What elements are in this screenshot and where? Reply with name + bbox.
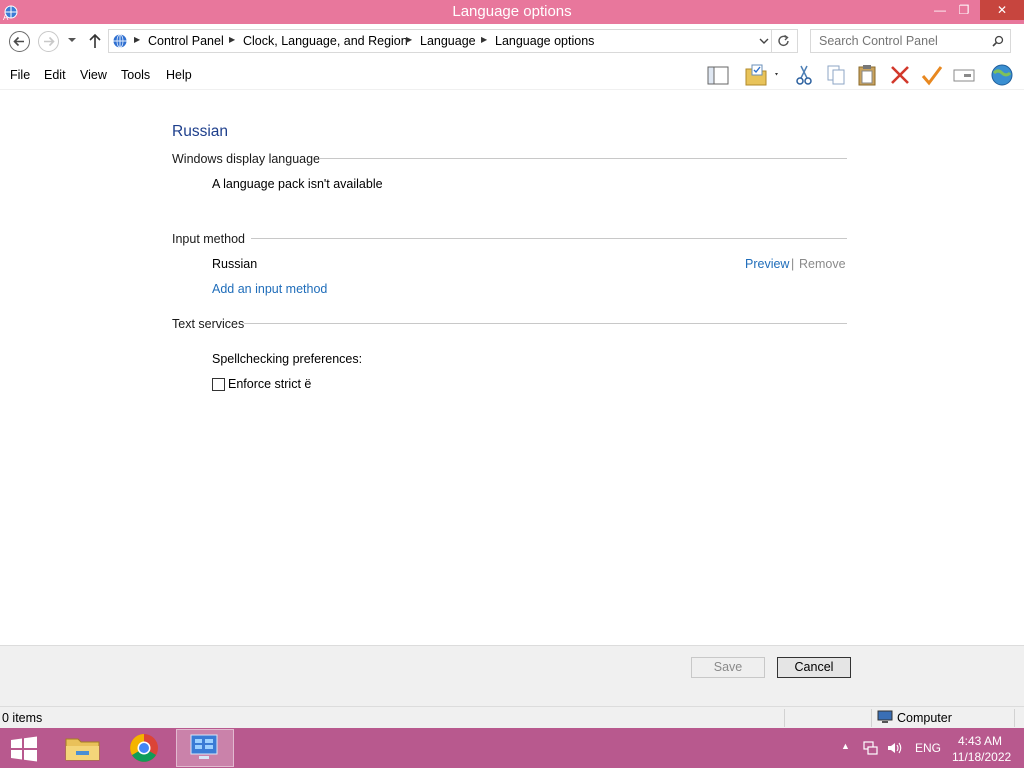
search-box[interactable] — [810, 29, 1011, 53]
status-divider — [871, 709, 872, 727]
input-method-heading: Input method — [172, 232, 245, 246]
windows-start-icon[interactable] — [10, 736, 38, 762]
maximize-button[interactable]: ❐ — [950, 0, 978, 20]
menu-help[interactable]: Help — [166, 68, 192, 82]
display-language-heading: Windows display language — [172, 152, 321, 166]
preview-link[interactable]: Preview — [745, 257, 789, 271]
status-divider — [1014, 709, 1015, 727]
paste-icon[interactable] — [856, 63, 880, 87]
close-button[interactable]: ✕ — [980, 0, 1024, 20]
clock-time[interactable]: 4:43 AM — [958, 734, 1002, 748]
text-services-heading: Text services — [172, 317, 245, 331]
dialog-footer: Save Cancel — [0, 645, 1024, 706]
copy-icon[interactable] — [824, 63, 848, 87]
taskbar-file-explorer[interactable] — [54, 729, 112, 767]
breadcrumb-language-options[interactable]: Language options — [495, 34, 594, 48]
clock-date[interactable]: 11/18/2022 — [952, 750, 1011, 764]
volume-icon[interactable] — [886, 740, 902, 756]
forward-button[interactable] — [38, 31, 59, 52]
taskbar-chrome[interactable] — [115, 729, 173, 767]
navigation-bar: ▶ Control Panel ▶ Clock, Language, and R… — [0, 24, 1024, 60]
recent-locations-chevron-icon[interactable] — [66, 34, 78, 46]
file-explorer-icon — [65, 738, 100, 761]
address-bar[interactable]: ▶ Control Panel ▶ Clock, Language, and R… — [108, 29, 772, 53]
folder-options-icon[interactable] — [744, 63, 780, 87]
control-panel-taskbar-icon — [190, 734, 218, 759]
rename-icon[interactable] — [952, 63, 976, 87]
remove-link[interactable]: Remove — [799, 257, 846, 271]
title-bar: A Language options — ❐ ✕ — [0, 0, 1024, 24]
computer-icon — [877, 710, 893, 723]
up-arrow-icon[interactable] — [88, 33, 102, 49]
refresh-icon — [778, 34, 789, 47]
zone-label: Computer — [897, 711, 952, 725]
status-bar: 0 items Computer — [0, 706, 1024, 728]
show-hidden-icons-button[interactable]: ▲ — [841, 741, 850, 751]
link-separator: | — [791, 257, 795, 271]
enforce-strict-label[interactable]: Enforce strict ё — [228, 377, 311, 391]
forward-arrow-icon — [44, 36, 55, 47]
input-method-name: Russian — [212, 257, 258, 271]
add-input-method-link[interactable]: Add an input method — [212, 282, 327, 296]
language-pack-status: A language pack isn't available — [212, 177, 383, 191]
cancel-button[interactable]: Cancel — [777, 657, 851, 678]
section-divider — [244, 323, 847, 324]
menu-edit[interactable]: Edit — [44, 68, 66, 82]
taskbar: ▲ ENG 4:43 AM 11/18/2022 — [0, 728, 1024, 768]
window-title: Language options — [452, 3, 572, 20]
breadcrumb-separator[interactable]: ▶ — [134, 35, 140, 44]
breadcrumb-separator[interactable]: ▶ — [229, 35, 235, 44]
network-icon[interactable] — [862, 740, 878, 756]
item-count: 0 items — [2, 711, 43, 725]
breadcrumb-language[interactable]: Language — [420, 34, 476, 48]
spellchecking-label: Spellchecking preferences: — [212, 352, 363, 366]
breadcrumb-control-panel[interactable]: Control Panel — [148, 34, 224, 48]
section-divider — [319, 158, 847, 159]
search-input[interactable] — [819, 33, 989, 49]
language-title: Russian — [172, 123, 228, 140]
menu-bar: File Edit View Tools Help — [0, 60, 1024, 90]
menu-tools[interactable]: Tools — [121, 68, 150, 82]
save-button[interactable]: Save — [691, 657, 765, 678]
input-language-indicator[interactable]: ENG — [915, 741, 941, 755]
search-icon[interactable] — [992, 35, 1004, 47]
control-panel-icon — [113, 34, 127, 48]
breadcrumb-separator[interactable]: ▶ — [481, 35, 487, 44]
globe-icon[interactable] — [990, 63, 1014, 87]
layout-pane-icon[interactable] — [706, 63, 730, 87]
delete-icon[interactable] — [888, 63, 912, 87]
enforce-strict-checkbox[interactable] — [212, 378, 225, 391]
language-options-panel: Russian Windows display language A langu… — [0, 90, 1024, 645]
properties-check-icon[interactable] — [920, 63, 944, 87]
back-arrow-icon — [13, 36, 24, 47]
cut-icon[interactable] — [792, 63, 816, 87]
status-divider — [784, 709, 785, 727]
section-divider — [251, 238, 847, 239]
back-button[interactable] — [9, 31, 30, 52]
address-dropdown-icon[interactable] — [759, 36, 769, 46]
breadcrumb-separator[interactable]: ▶ — [406, 35, 412, 44]
taskbar-control-panel[interactable] — [176, 729, 234, 767]
menu-view[interactable]: View — [80, 68, 107, 82]
breadcrumb-clock-language-region[interactable]: Clock, Language, and Region — [243, 34, 408, 48]
chrome-icon — [130, 734, 158, 762]
menu-file[interactable]: File — [10, 68, 30, 82]
refresh-button[interactable] — [772, 29, 798, 53]
